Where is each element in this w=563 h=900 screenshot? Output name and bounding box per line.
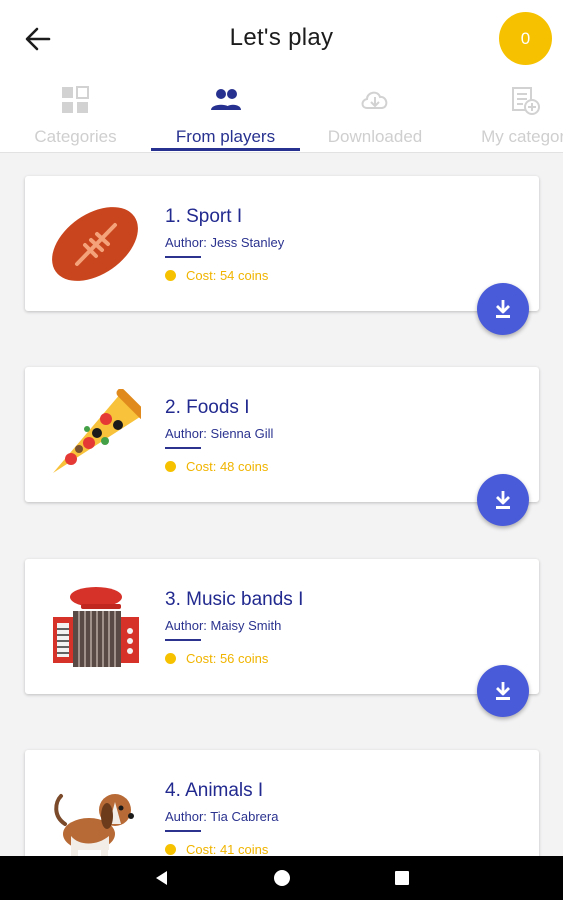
tab-downloaded[interactable]: Downloaded <box>300 80 450 152</box>
download-button[interactable] <box>477 665 529 717</box>
download-icon <box>496 491 510 509</box>
coin-icon <box>165 844 176 855</box>
category-card[interactable]: 2. Foods I Author: Sienna Gill Cost: 48 … <box>25 367 539 502</box>
app-bar: Let's play 0 <box>0 0 563 80</box>
coin-icon <box>165 270 176 281</box>
cloud-download-icon <box>361 91 388 109</box>
card-author: Author: Jess Stanley <box>165 235 285 250</box>
divider <box>165 639 201 641</box>
divider <box>165 830 201 832</box>
category-card[interactable]: 1. Sport I Author: Jess Stanley Cost: 54… <box>25 176 539 311</box>
card-cost: Cost: 41 coins <box>165 842 268 857</box>
divider <box>165 447 201 449</box>
nav-recents-icon[interactable] <box>392 868 412 888</box>
tab-label: Categories <box>34 127 117 146</box>
cost-text: Cost: 41 coins <box>186 842 269 857</box>
download-button[interactable] <box>477 283 529 335</box>
accordion-icon <box>53 587 139 667</box>
card-cost: Cost: 48 coins <box>165 459 268 474</box>
people-icon <box>210 89 241 110</box>
pizza-icon <box>53 389 141 473</box>
card-title: 2. Foods I <box>165 397 250 418</box>
tab-bar: Categories From players Downloaded My ca… <box>0 80 563 153</box>
download-icon <box>496 300 510 318</box>
card-title: 4. Animals I <box>165 780 264 801</box>
card-title: 1. Sport I <box>165 206 243 227</box>
cost-text: Cost: 54 coins <box>186 268 269 283</box>
nav-home-icon[interactable] <box>272 868 292 888</box>
active-tab-indicator <box>151 148 300 151</box>
card-author: Author: Tia Cabrera <box>165 809 279 824</box>
divider <box>165 256 201 258</box>
nav-back-icon[interactable] <box>152 868 172 888</box>
card-cost: Cost: 54 coins <box>165 268 268 283</box>
card-title: 3. Music bands I <box>165 589 304 610</box>
download-icon <box>496 682 510 700</box>
page-title: Let's play <box>229 24 334 51</box>
card-author: Author: Sienna Gill <box>165 426 274 441</box>
cost-text: Cost: 56 coins <box>186 651 269 666</box>
football-icon <box>52 207 138 281</box>
system-nav-bar <box>0 856 563 900</box>
tab-from-players[interactable]: From players <box>151 80 300 152</box>
tab-label: From players <box>175 127 276 146</box>
category-card[interactable]: 3. Music bands I Author: Maisy Smith Cos… <box>25 559 539 694</box>
tab-label: My categori <box>481 127 563 146</box>
card-author: Author: Maisy Smith <box>165 618 282 633</box>
cost-text: Cost: 48 coins <box>186 459 269 474</box>
coin-icon <box>165 653 176 664</box>
card-cost: Cost: 56 coins <box>165 651 268 666</box>
coin-balance-badge[interactable]: 0 <box>499 12 552 65</box>
coin-icon <box>165 461 176 472</box>
add-document-icon <box>512 87 540 115</box>
tab-categories[interactable]: Categories <box>0 80 151 152</box>
grid-icon <box>61 86 89 113</box>
download-button[interactable] <box>477 474 529 526</box>
tab-my-categories[interactable]: My categori <box>450 80 563 152</box>
dog-icon <box>54 794 134 864</box>
tab-label: Downloaded <box>327 127 423 146</box>
